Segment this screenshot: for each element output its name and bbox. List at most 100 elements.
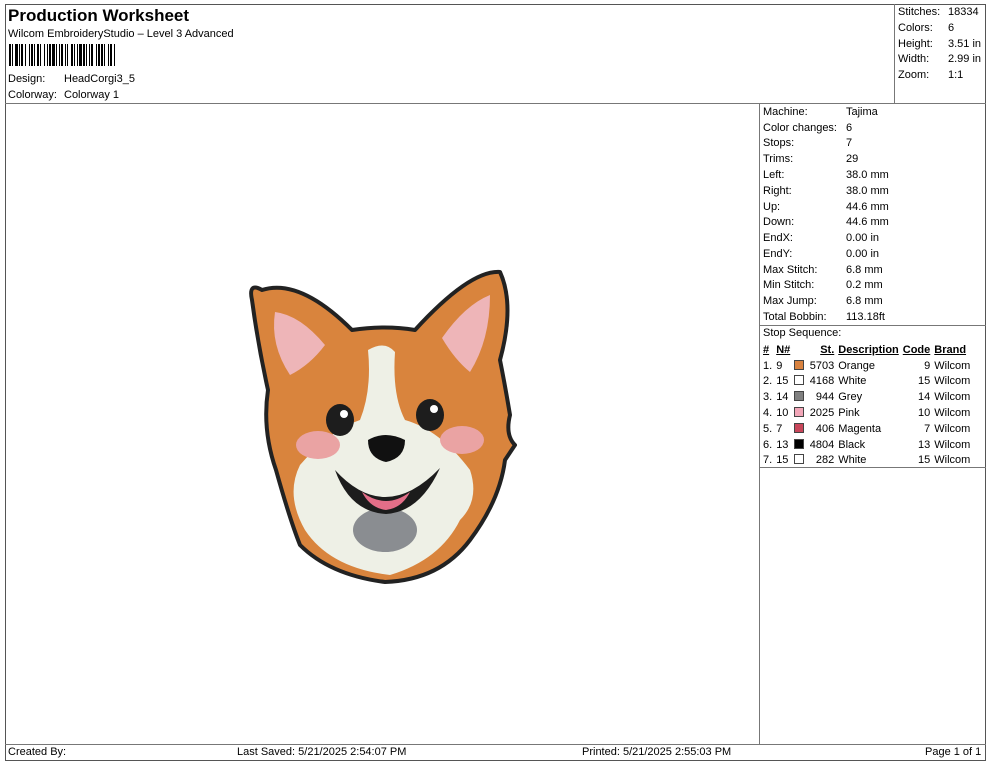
design-label: Design: — [8, 73, 46, 85]
barcode-bar — [104, 44, 105, 66]
stat-colors: Colors: 6 — [898, 22, 984, 34]
footer-printed: Printed: 5/21/2025 2:55:03 PM — [582, 746, 732, 758]
footer-last-saved: Last Saved: 5/21/2025 2:54:07 PM — [237, 746, 407, 758]
divider — [894, 4, 895, 104]
spec-left: Left: 38.0 mm — [763, 169, 983, 181]
column-header: N# — [776, 343, 791, 356]
stitch-cell: 4168 — [792, 374, 836, 390]
cell-n: 15 — [776, 454, 789, 467]
barcode-bar — [34, 44, 35, 66]
barcode-bar — [19, 44, 20, 66]
barcode-bar — [59, 44, 60, 66]
cell-code: 15 — [918, 454, 931, 467]
barcode-bar — [83, 44, 85, 66]
cell-code: 15 — [918, 375, 931, 388]
barcode-bar — [37, 44, 39, 66]
spec-stops: Stops: 7 — [763, 137, 983, 149]
spec-color-changes: Color changes: 6 — [763, 122, 983, 134]
cell-n: 15 — [776, 375, 789, 388]
barcode-bar — [114, 44, 115, 66]
colorway-row: Colorway: Colorway 1 — [8, 89, 119, 101]
cell-desc: Pink — [838, 407, 860, 420]
column-header: # — [763, 343, 770, 356]
spec-label: Trims: — [763, 153, 794, 165]
spec-label: Color changes: — [763, 122, 837, 134]
cell-code: 9 — [924, 359, 931, 372]
stat-label: Stitches: — [898, 6, 941, 18]
stat-value: 6 — [948, 22, 955, 34]
barcode-bar — [15, 44, 18, 66]
spec-max-jump: Max Jump: 6.8 mm — [763, 295, 983, 307]
stitch-count: 406 — [815, 422, 835, 435]
cell-desc: Black — [838, 438, 866, 451]
cell-brand: Wilcom — [934, 422, 971, 435]
spec-value: 44.6 mm — [846, 201, 889, 213]
cell-code: 10 — [918, 407, 931, 420]
barcode-bar — [61, 44, 63, 66]
spec-value: 7 — [846, 137, 853, 149]
stop-sequence-table: # N# St. Description Code Brand 1. 9 5703 O… — [761, 342, 972, 468]
barcode-bar — [25, 44, 26, 66]
colorway-label: Colorway: — [8, 89, 57, 101]
spec-value: 6 — [846, 122, 853, 134]
barcode-bar — [47, 44, 48, 66]
spec-label: Down: — [763, 216, 795, 228]
stat-stitches: Stitches: 18334 — [898, 6, 984, 18]
color-swatch — [794, 438, 805, 449]
spec-label: Max Jump: — [763, 295, 817, 307]
spec-value: Tajima — [846, 106, 878, 118]
stitch-count: 2025 — [809, 407, 835, 420]
corgi-embroidery-image — [249, 269, 517, 584]
barcode-bar — [9, 44, 11, 66]
stitch-cell: 4804 — [792, 437, 836, 453]
stitch-cell: 282 — [792, 453, 836, 469]
divider — [759, 325, 986, 326]
color-swatch — [794, 391, 805, 402]
stat-zoom: Zoom: 1:1 — [898, 69, 984, 81]
cell-idx: 7. — [763, 454, 773, 467]
barcode-bar — [89, 44, 90, 66]
stitch-count: 4168 — [809, 375, 835, 388]
spec-value: 0.2 mm — [846, 279, 883, 291]
spec-value: 6.8 mm — [846, 295, 883, 307]
stat-value: 3.51 in — [948, 38, 982, 50]
stat-height: Height: 3.51 in — [898, 38, 984, 50]
stop-sequence-heading: Stop Sequence: — [763, 327, 842, 339]
cell-brand: Wilcom — [934, 407, 971, 420]
spec-max-stitch: Max Stitch: 6.8 mm — [763, 264, 983, 276]
spec-total-bobbin: Total Bobbin: 113.18ft — [763, 311, 983, 323]
column-header: Description — [838, 343, 899, 356]
barcode-bar — [12, 44, 13, 66]
spec-label: Stops: — [763, 137, 795, 149]
barcode-bar — [40, 44, 41, 66]
stitch-count: 4804 — [809, 438, 835, 451]
table-row: 5. 7 406 Magenta 7 Wilcom — [761, 421, 972, 437]
table-header-row: # N# St. Description Code Brand — [761, 342, 972, 358]
spec-up: Up: 44.6 mm — [763, 201, 983, 213]
cell-idx: 5. — [763, 422, 773, 435]
spec-label: Total Bobbin: — [763, 311, 827, 323]
barcode-bar — [110, 44, 112, 66]
spec-min-stitch: Min Stitch: 0.2 mm — [763, 279, 983, 291]
cell-brand: Wilcom — [934, 438, 971, 451]
cell-idx: 2. — [763, 375, 773, 388]
spec-value: 0.00 in — [846, 248, 880, 260]
cell-idx: 3. — [763, 391, 773, 404]
cell-idx: 1. — [763, 359, 773, 372]
stat-label: Height: — [898, 38, 933, 50]
cell-idx: 6. — [763, 438, 773, 451]
stitch-count: 282 — [815, 454, 835, 467]
stat-value: 1:1 — [948, 69, 964, 81]
cell-code: 7 — [924, 422, 931, 435]
table-row: 2. 15 4168 White 15 Wilcom — [761, 374, 972, 390]
footer-page-number: Page 1 of 1 — [925, 746, 982, 758]
footer-created-by: Created By: — [8, 746, 67, 758]
barcode-bar — [21, 44, 23, 66]
spec-value: 6.8 mm — [846, 264, 883, 276]
page-title: Production Worksheet — [8, 6, 190, 25]
barcode-bar — [31, 44, 33, 66]
color-swatch — [794, 422, 805, 433]
stat-value: 2.99 in — [948, 53, 982, 65]
cell-brand: Wilcom — [934, 375, 971, 388]
colorway-value: Colorway 1 — [64, 89, 120, 101]
